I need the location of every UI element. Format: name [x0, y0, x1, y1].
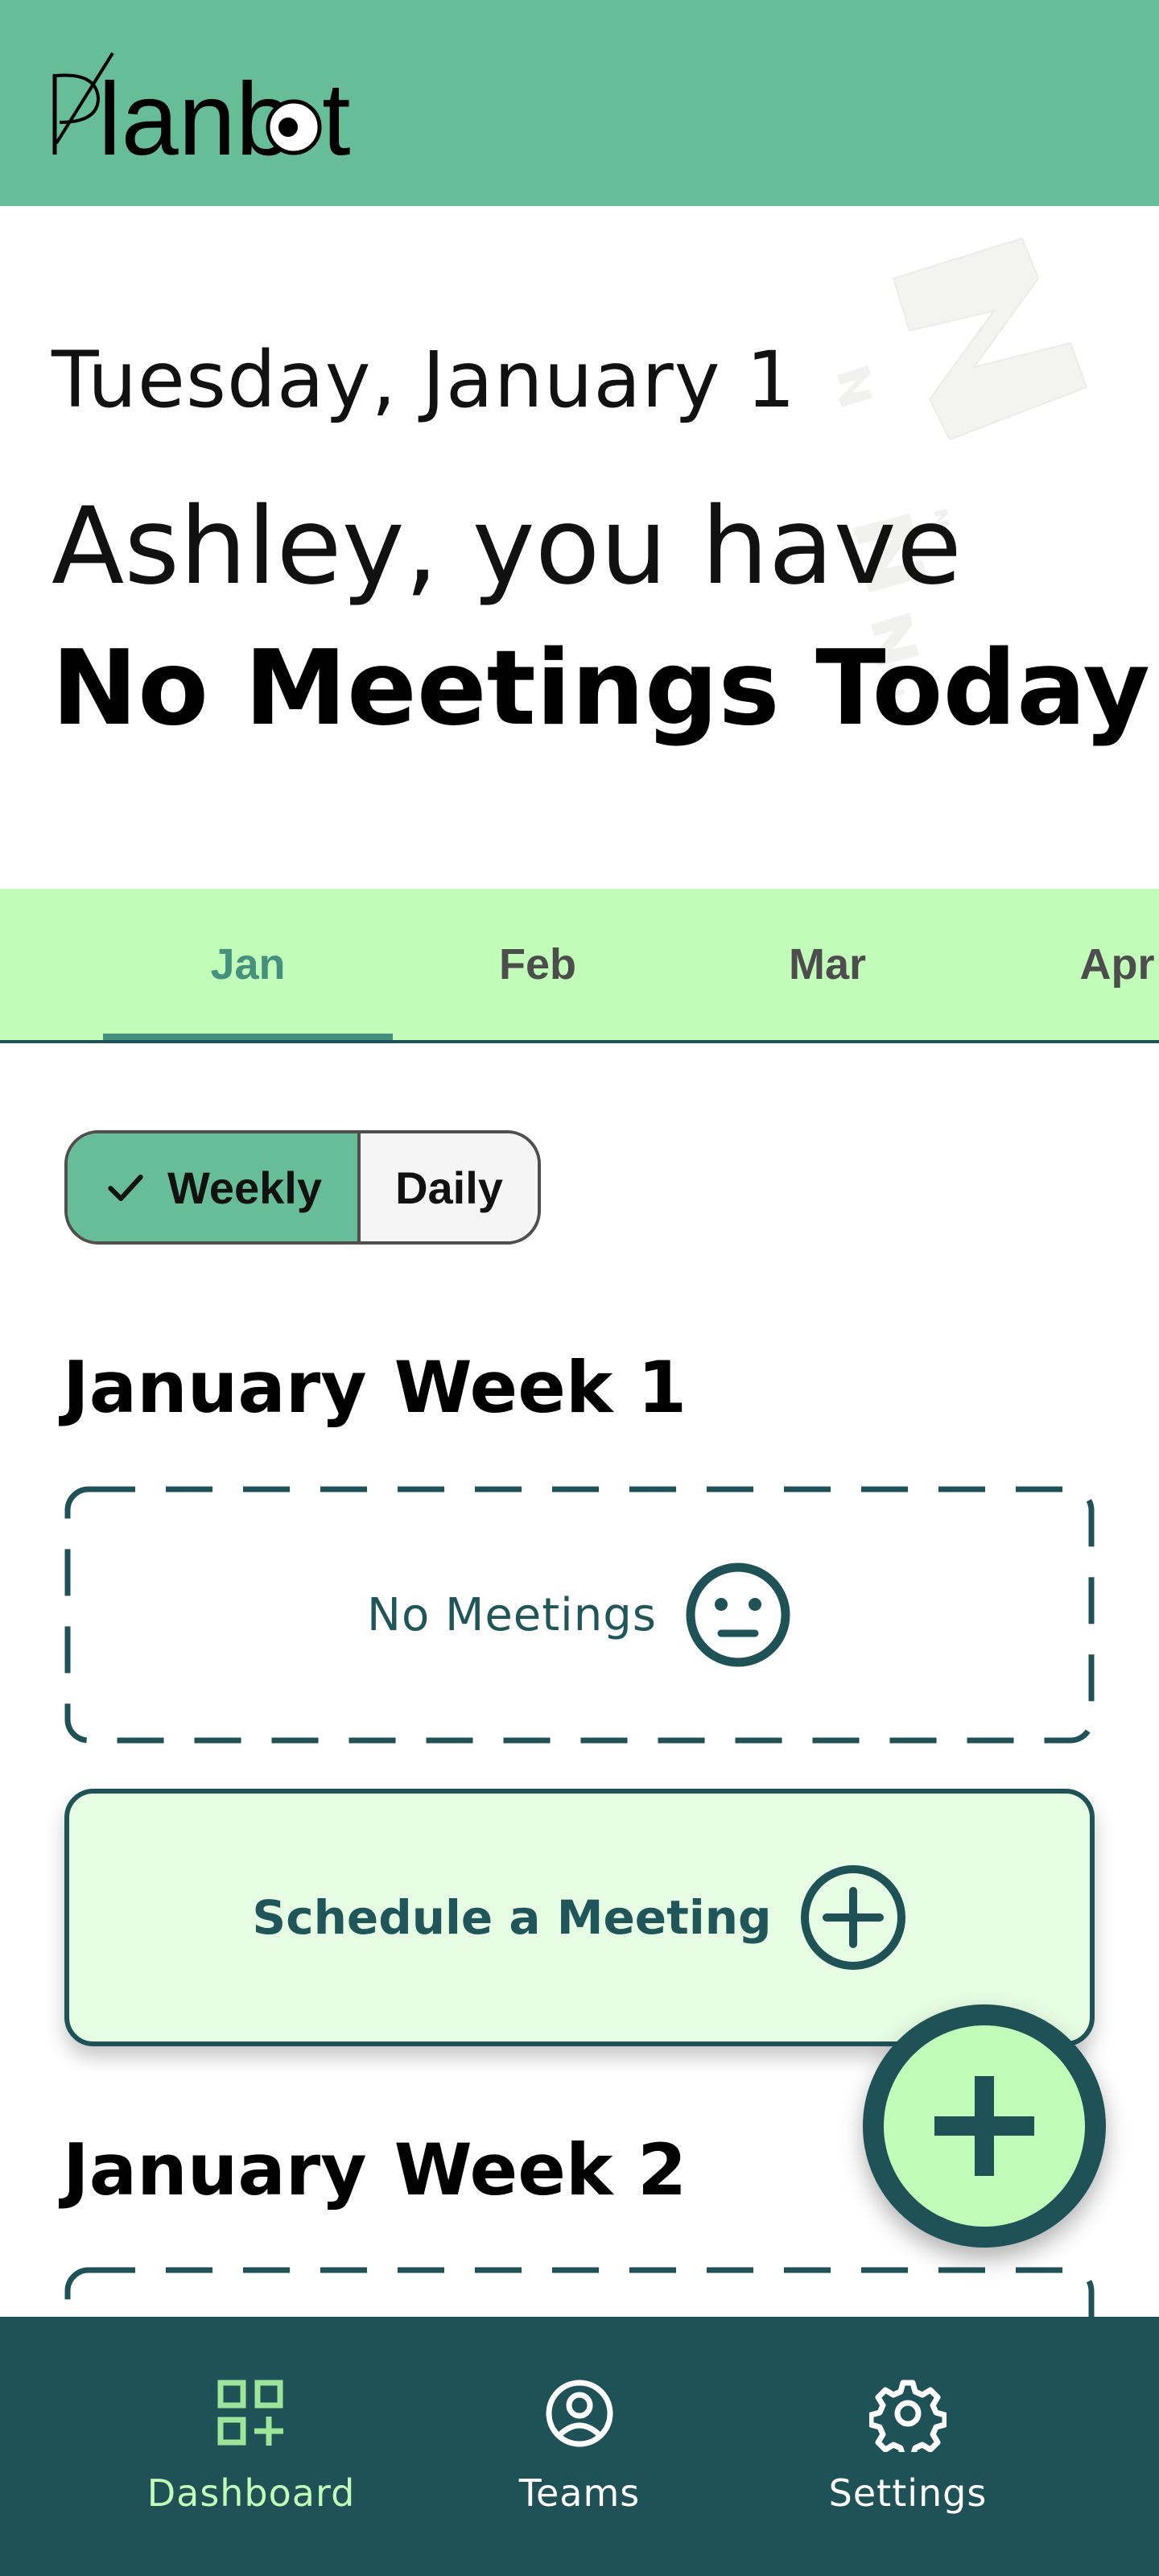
weekly-label: Weekly — [167, 1162, 322, 1213]
week-2-label: Week 2 — [394, 2128, 687, 2211]
dashed-border — [64, 2267, 1095, 2317]
add-meeting-fab[interactable] — [863, 2004, 1106, 2248]
gear-icon — [869, 2380, 947, 2452]
bottom-navigation: Dashboard Teams Settings — [0, 2317, 1159, 2576]
nav-teams[interactable]: Teams — [410, 2317, 749, 2576]
no-meetings-text: No Meetings — [367, 1588, 657, 1641]
greeting-text: Ashley, you have — [52, 485, 963, 609]
view-toggle: Weekly Daily — [64, 1130, 541, 1245]
nav-teams-label: Teams — [518, 2471, 641, 2515]
dashboard-icon — [217, 2380, 283, 2446]
active-tab-indicator — [103, 1034, 393, 1040]
week-1-title: January Week 1 — [63, 1346, 687, 1429]
svg-text:lanb: lanb — [98, 62, 293, 169]
meeting-status: No Meetings Today — [52, 629, 1150, 749]
week-2-card — [64, 2267, 1095, 2317]
user-circle-icon — [546, 2380, 613, 2447]
tab-feb[interactable]: Feb — [393, 889, 683, 1040]
schedule-meeting-label: Schedule a Meeting — [252, 1890, 772, 1945]
top-app-bar: lanb t — [0, 0, 1159, 206]
schedule-meeting-button[interactable]: Schedule a Meeting — [64, 1789, 1095, 2046]
month-tabs: Jan Feb Mar Apr — [0, 889, 1159, 1043]
week-1-month: January — [63, 1346, 367, 1429]
planbot-logo: lanb t — [52, 52, 351, 169]
tab-jan[interactable]: Jan — [103, 889, 393, 1040]
nav-settings-label: Settings — [828, 2471, 988, 2515]
weekly-toggle-button[interactable]: Weekly — [68, 1133, 361, 1241]
nav-dashboard[interactable]: Dashboard — [82, 2317, 420, 2576]
week-2-title: January Week 2 — [63, 2128, 687, 2211]
daily-toggle-button[interactable]: Daily — [361, 1133, 538, 1241]
plus-icon — [934, 2076, 1034, 2176]
no-meetings-card: No Meetings — [64, 1486, 1095, 1744]
nav-settings[interactable]: Settings — [739, 2317, 1077, 2576]
nav-dashboard-label: Dashboard — [146, 2471, 356, 2515]
svg-text:t: t — [322, 62, 351, 169]
daily-label: Daily — [395, 1162, 503, 1213]
add-circle-icon — [800, 1865, 905, 1970]
neutral-face-icon — [686, 1563, 790, 1667]
tab-mar[interactable]: Mar — [683, 889, 972, 1040]
check-icon — [108, 1174, 143, 1202]
current-date: Tuesday, January 1 — [52, 335, 797, 425]
tab-apr[interactable]: Apr — [972, 889, 1159, 1040]
hero-section: Tuesday, January 1 Ashley, you have No M… — [0, 206, 1159, 889]
week-2-month: January — [63, 2128, 367, 2211]
week-1-label: Week 1 — [394, 1346, 687, 1429]
